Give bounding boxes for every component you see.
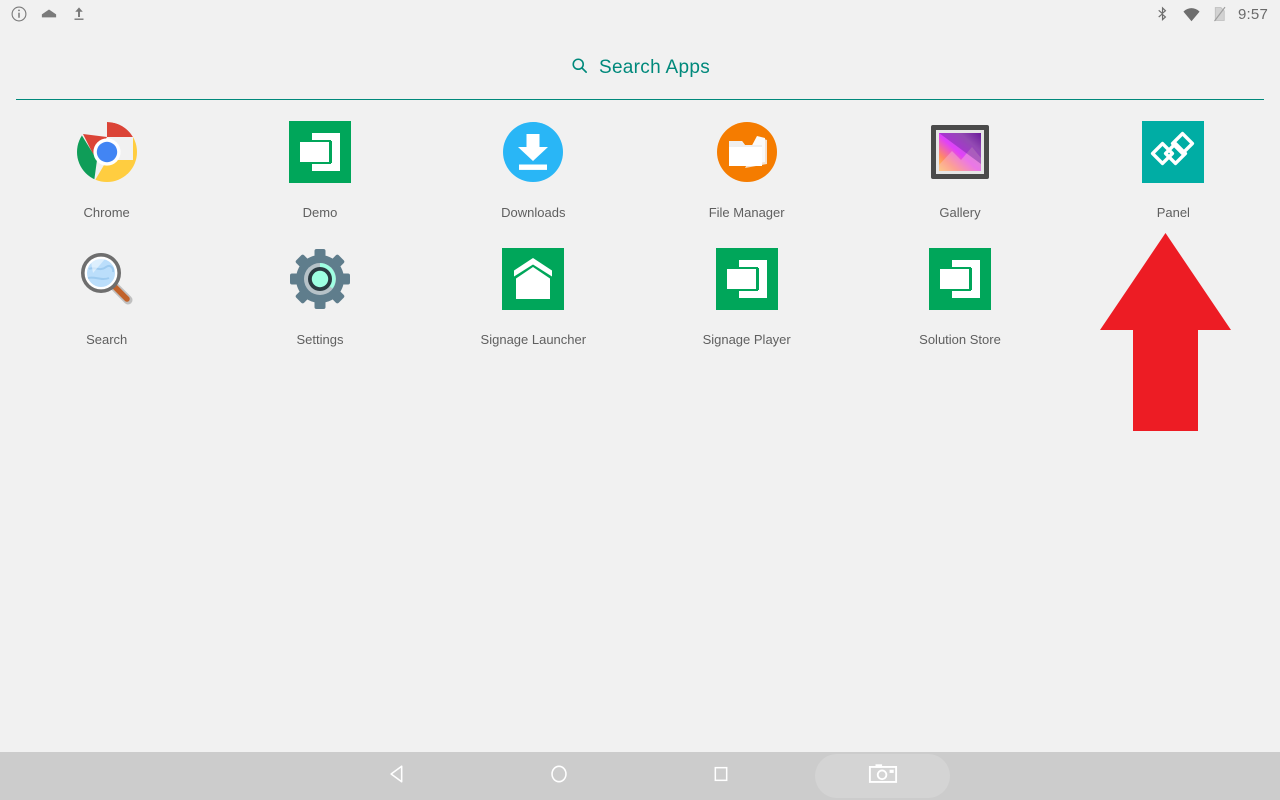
status-bar-left-icons [0,5,88,23]
app-item-panel[interactable]: Panel [1067,112,1280,220]
back-triangle-icon [387,763,409,790]
navigation-bar [0,752,1280,800]
app-item-solution-store[interactable]: Solution Store [853,239,1066,347]
info-icon [10,5,28,23]
app-label: File Manager [708,205,785,220]
recents-button[interactable] [681,752,761,800]
app-item-downloads[interactable]: Downloads [427,112,640,220]
app-item-chrome[interactable]: Chrome [0,112,213,220]
app-item-signage-launcher[interactable]: Signage Launcher [427,239,640,347]
search-app-icon [75,247,139,311]
app-label: Gallery [939,205,981,220]
search-apps-bar[interactable]: Search Apps [0,44,1280,92]
sim-off-icon [1210,5,1228,23]
screenshot-button[interactable] [815,754,950,798]
app-item-file-manager[interactable]: File Manager [640,112,853,220]
status-bar-clock: 9:57 [1238,5,1268,23]
status-bar-right-icons: 9:57 [1154,5,1280,23]
search-apps-label: Search Apps [598,57,711,78]
app-item-signage-player[interactable]: Signage Player [640,239,853,347]
app-label: Signage Player [702,332,791,347]
back-button[interactable] [358,752,438,800]
chrome-icon [75,120,139,184]
demo-icon [288,120,352,184]
status-bar: 9:57 [0,0,1280,28]
app-label: Chrome [83,205,130,220]
settings-icon [288,247,352,311]
panel-icon [1141,120,1205,184]
file-manager-icon [715,120,779,184]
downloads-icon [501,120,565,184]
app-label: Demo [302,205,338,220]
red-pointer-arrow [1100,233,1231,431]
app-label: Downloads [501,205,566,220]
app-item-settings[interactable]: Settings [213,239,426,347]
solution-store-icon [928,247,992,311]
app-grid: Chrome Demo Downloads File Manager Galle… [0,112,1280,347]
signage-launcher-icon [501,247,565,311]
bluetooth-icon [1154,5,1172,23]
home-circle-icon [548,763,570,790]
search-icon [570,56,589,80]
gallery-icon [928,120,992,184]
app-label: Signage Launcher [480,332,587,347]
app-item-demo[interactable]: Demo [213,112,426,220]
upload-icon [70,5,88,23]
app-label: Settings [296,332,344,347]
app-item-search[interactable]: Search [0,239,213,347]
app-label: Search [86,332,128,347]
home-button[interactable] [519,752,599,800]
android-launcher-screen: 9:57 Search Apps Chrome Demo Downloads F… [0,0,1280,800]
app-label: Solution Store [919,332,1001,347]
camera-icon [868,762,898,790]
wifi-icon [1182,5,1200,23]
header-divider [16,99,1264,100]
app-item-gallery[interactable]: Gallery [853,112,1066,220]
recents-square-icon [711,764,731,789]
signage-player-icon [715,247,779,311]
home-notification-icon [40,5,58,23]
app-label: Panel [1156,205,1190,220]
